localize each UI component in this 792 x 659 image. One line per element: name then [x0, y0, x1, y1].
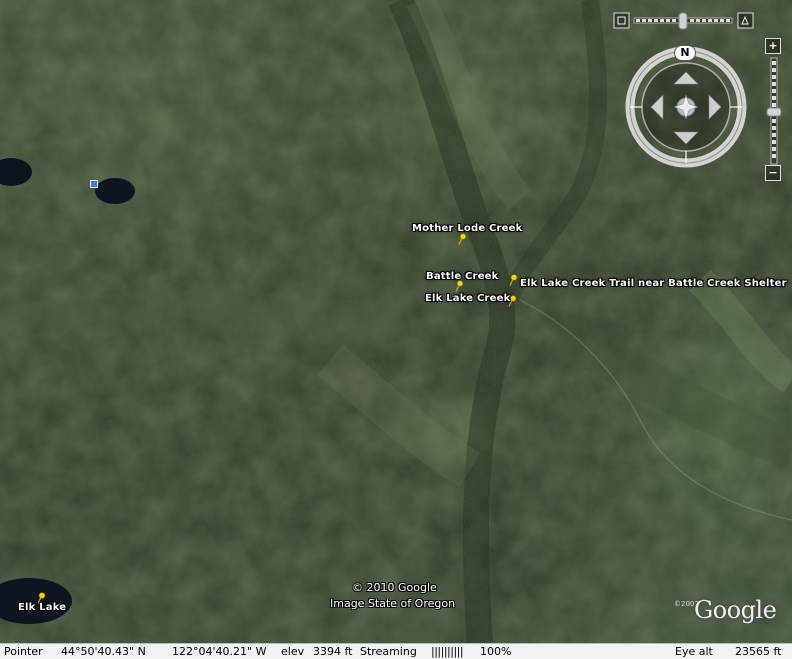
blue-square-marker[interactable]	[90, 180, 98, 188]
satellite-map[interactable]: Mother Lode Creek Battle Creek Elk Lake …	[0, 0, 792, 643]
pushpin-icon[interactable]	[508, 274, 518, 286]
placemark-label[interactable]: Elk Lake	[18, 602, 66, 613]
zoom-out-button[interactable]: −	[765, 165, 781, 181]
north-button[interactable]: N	[674, 45, 696, 61]
eye-alt-label: Eye alt	[675, 645, 713, 658]
eye-alt-readout: 23565 ft	[735, 645, 782, 658]
imagery-credit: Image State of Oregon	[330, 597, 456, 610]
zoom-slider[interactable]: + −	[765, 38, 783, 184]
lake-small	[95, 178, 135, 204]
north-label: N	[680, 46, 690, 59]
placemark-label[interactable]: Elk Lake Creek	[425, 293, 510, 304]
longitude-readout: 122°04'40.21" W	[172, 645, 267, 658]
placemark-label[interactable]: Mother Lode Creek	[412, 223, 522, 234]
elevation-readout: 3394 ft	[313, 645, 353, 658]
placemark-label[interactable]: Battle Creek	[426, 271, 499, 282]
pointer-label: Pointer	[4, 645, 43, 658]
streaming-label: Streaming	[360, 645, 417, 658]
elev-label: elev	[281, 645, 305, 658]
google-logo: Google	[694, 596, 777, 624]
pushpin-icon[interactable]	[457, 233, 467, 245]
streaming-bar: ||||||||||	[431, 645, 464, 658]
placemark-label[interactable]: Elk Lake Creek Trail near Battle Creek S…	[520, 278, 787, 289]
zoom-in-button[interactable]: +	[765, 38, 781, 54]
lake-west	[0, 158, 32, 186]
copyright-line: © 2010 Google	[352, 581, 437, 594]
latitude-readout: 44°50'40.43" N	[61, 645, 146, 658]
look-slider[interactable]	[613, 12, 755, 30]
streaming-percent: 100%	[480, 645, 512, 658]
navigation-compass[interactable]: N	[625, 45, 747, 168]
status-bar: Pointer 44°50'40.43" N 122°04'40.21" W e…	[0, 643, 792, 659]
